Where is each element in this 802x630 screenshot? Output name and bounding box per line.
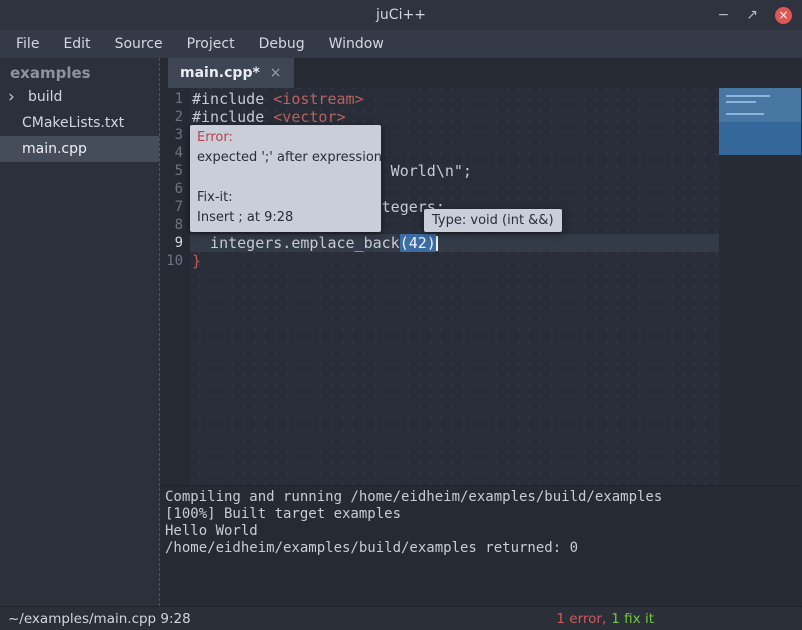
console-line: [100%] Built target examples	[165, 506, 796, 523]
code-segment: }	[192, 252, 201, 270]
line-number: 4	[160, 144, 190, 162]
overview-column	[719, 88, 801, 485]
console-line: Hello World	[165, 523, 796, 540]
tooltip-line: Insert ; at 9:28	[197, 208, 374, 228]
code-segment: <vector>	[273, 108, 345, 126]
status-file-path: ~/examples/main.cpp 9:28	[8, 611, 191, 627]
sidebar-item-main-cpp[interactable]: main.cpp	[0, 136, 159, 162]
minimap[interactable]	[719, 88, 801, 155]
minimap-code-line	[726, 101, 756, 103]
line-number: 1	[160, 90, 190, 108]
menu-project[interactable]: Project	[175, 30, 247, 58]
menubar: FileEditSourceProjectDebugWindow	[0, 30, 802, 58]
tree-item-label: build	[28, 89, 62, 105]
main-area: examples ›build CMakeLists.txt main.cpp ma…	[0, 58, 802, 606]
editor: 12345678910 #include <iostream>#include …	[160, 88, 801, 485]
tooltip-line	[197, 168, 374, 188]
menu-debug[interactable]: Debug	[247, 30, 317, 58]
close-icon[interactable]: ×	[775, 7, 792, 24]
fixit-count: 1 fix it	[611, 611, 654, 627]
tab-label: main.cpp*	[180, 65, 260, 81]
line-number: 8	[160, 216, 190, 234]
line-number: 5	[160, 162, 190, 180]
code-segment: <iostream>	[273, 90, 363, 108]
tab-main-cpp[interactable]: main.cpp* ×	[168, 58, 294, 88]
line-number: 2	[160, 108, 190, 126]
console-output[interactable]: Compiling and running /home/eidheim/exam…	[160, 485, 801, 606]
gutter: 12345678910	[160, 88, 190, 485]
diagnostic-tooltip: Error: expected ';' after expression: Fi…	[190, 125, 381, 232]
minimap-code-line	[726, 95, 770, 97]
restore-icon[interactable]: ↗	[746, 8, 758, 22]
text-cursor	[436, 236, 438, 251]
tooltip-error-title: Error:	[197, 128, 374, 148]
menu-source[interactable]: Source	[103, 30, 175, 58]
project-name: examples	[0, 58, 159, 84]
code-line-2[interactable]: #include <vector>	[190, 108, 719, 126]
code-segment: integers.emplace_back	[192, 234, 400, 252]
menu-file[interactable]: File	[4, 30, 51, 58]
window-title: juCi++	[376, 7, 426, 23]
line-number: 7	[160, 198, 190, 216]
titlebar[interactable]: juCi++ − ↗ ×	[0, 0, 802, 30]
code-segment: #include	[192, 108, 273, 126]
line-number: 6	[160, 180, 190, 198]
line-number: 3	[160, 126, 190, 144]
tooltip-line: expected ';' after expression:	[197, 148, 374, 168]
jucipp-window: juCi++ − ↗ × FileEditSourceProjectDebugW…	[0, 0, 802, 630]
tree-item-label: CMakeLists.txt	[22, 115, 124, 131]
tooltip-line: Fix-it:	[197, 188, 374, 208]
statusbar: ~/examples/main.cpp 9:28 1 error, 1 fix i…	[0, 606, 802, 630]
line-number: 9	[160, 234, 190, 252]
file-sidebar: examples ›build CMakeLists.txt main.cpp	[0, 58, 160, 606]
menu-edit[interactable]: Edit	[51, 30, 102, 58]
diagnostic-tooltip-body: expected ';' after expression: Fix-it:In…	[197, 148, 374, 228]
chevron-right-icon: ›	[8, 89, 28, 106]
menu-window[interactable]: Window	[317, 30, 396, 58]
file-tree: ›build CMakeLists.txt main.cpp	[0, 84, 159, 162]
tabbar: main.cpp* ×	[160, 58, 801, 88]
type-tooltip: Type: void (int &&)	[424, 209, 562, 232]
window-controls: − ↗ ×	[718, 0, 792, 30]
console-line: /home/eidheim/examples/build/examples re…	[165, 540, 796, 557]
code-segment: #include	[192, 90, 273, 108]
tree-item-label: main.cpp	[22, 141, 87, 157]
code-line-10[interactable]: }	[190, 252, 719, 270]
line-number: 10	[160, 252, 190, 270]
minimap-code-line	[726, 113, 764, 115]
minimize-icon[interactable]: −	[718, 8, 730, 22]
sidebar-item-build[interactable]: ›build	[0, 84, 159, 110]
code-line-9[interactable]: integers.emplace_back(42)	[190, 234, 719, 252]
tab-close-icon[interactable]: ×	[270, 65, 282, 81]
code-segment: (42)	[400, 234, 436, 252]
minimap-viewport	[719, 88, 801, 122]
editor-column: main.cpp* × 12345678910 #include <iostre…	[160, 58, 801, 606]
code-line-1[interactable]: #include <iostream>	[190, 90, 719, 108]
sidebar-item-cmakelists-txt[interactable]: CMakeLists.txt	[0, 110, 159, 136]
status-diagnostics[interactable]: 1 error, 1 fix it	[556, 611, 654, 627]
error-count: 1 error,	[556, 611, 606, 627]
console-line: Compiling and running /home/eidheim/exam…	[165, 489, 796, 506]
